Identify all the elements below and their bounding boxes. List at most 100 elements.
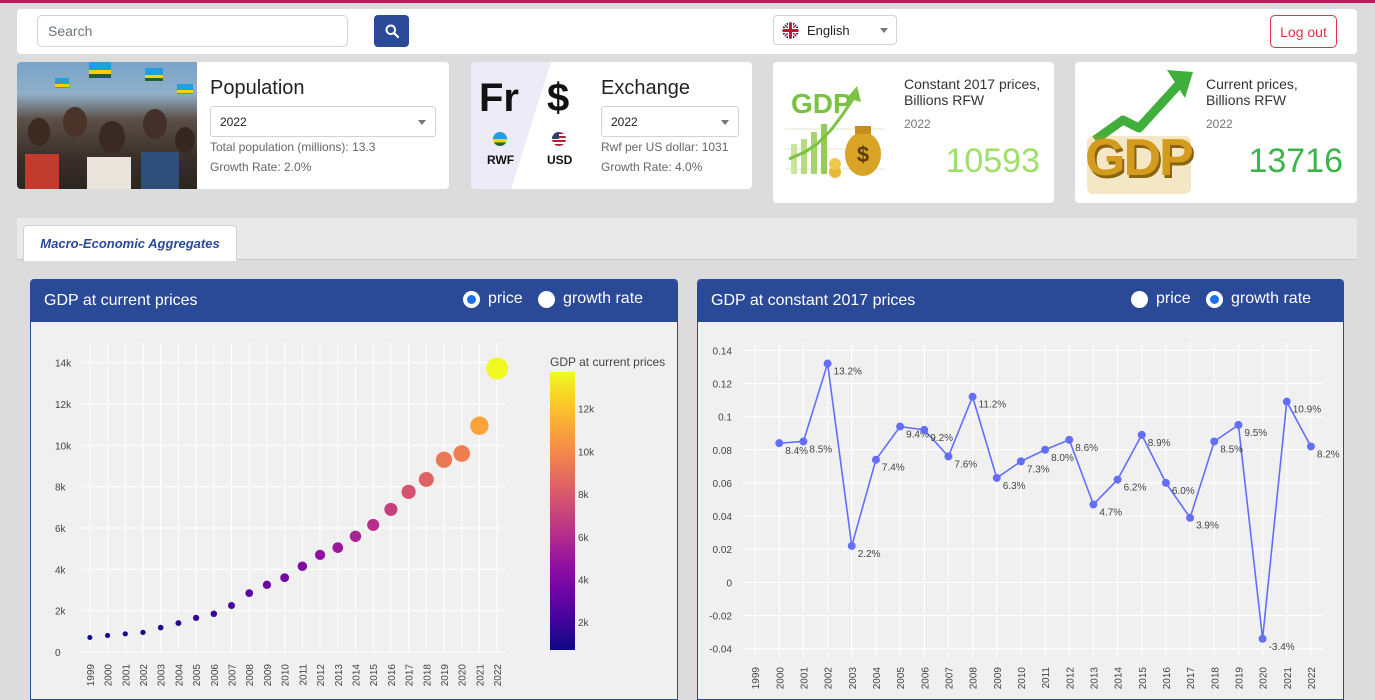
radio-price[interactable]: price <box>463 290 523 308</box>
data-point <box>992 473 1001 482</box>
population-growth: Growth Rate: 2.0% <box>210 160 312 174</box>
radio-dot <box>1131 290 1148 308</box>
radio-dot-selected <box>463 290 480 308</box>
colorbar-tick-label: 12k <box>578 405 595 416</box>
x-tick-label: 2007 <box>228 664 239 687</box>
gdp-constant-panel: GDP at constant 2017 prices price growth… <box>697 279 1344 700</box>
x-tick-label: 2003 <box>157 664 168 687</box>
data-label: 8.9% <box>1148 438 1171 449</box>
population-card: Population 2022 Total population (millio… <box>17 62 449 189</box>
data-label: 8.5% <box>1220 444 1243 455</box>
search-icon <box>385 24 399 38</box>
data-point <box>871 455 880 464</box>
data-label: 6.0% <box>1172 486 1195 497</box>
data-label: 8.6% <box>1075 443 1098 454</box>
top-accent-stripe <box>0 0 1375 3</box>
colorbar-tick-label: 6k <box>578 533 590 544</box>
tab-strip: Macro-Economic Aggregates <box>17 218 1357 261</box>
x-tick-label: 1999 <box>751 667 762 690</box>
x-tick-label: 2015 <box>369 664 380 687</box>
data-point <box>367 518 380 531</box>
gdp-current-value: 13716 <box>1248 142 1343 180</box>
radio-price[interactable]: price <box>1131 290 1191 308</box>
data-label: 7.4% <box>882 463 905 474</box>
gdp-current-chart[interactable]: 1999 2000 2001 2002 2003 2004 2005 2006 2007 2008… <box>31 322 678 700</box>
gdp-constant-growth-chart[interactable]: 1999 2000 2001 2002 2003 2004 2005 2006 2007 2008… <box>698 322 1344 700</box>
x-tick-label: 2015 <box>1138 667 1149 690</box>
radio-growth-rate[interactable]: growth rate <box>538 290 643 308</box>
x-tick-label: 2002 <box>824 667 835 690</box>
data-point <box>1137 430 1146 439</box>
x-tick-label: 2012 <box>316 664 327 687</box>
top-bar: English Log out <box>17 9 1357 54</box>
x-tick-label: 2004 <box>174 664 185 687</box>
us-flag-icon <box>552 132 566 146</box>
search-input[interactable] <box>37 15 348 47</box>
x-tick-label: 2004 <box>872 667 883 690</box>
data-point <box>1041 445 1050 454</box>
y-tick-label: 6k <box>55 524 67 535</box>
data-point <box>1113 475 1122 484</box>
exchange-year-select[interactable]: 2022 <box>601 106 739 137</box>
radio-label: price <box>1156 290 1191 307</box>
panel-header: GDP at current prices price growth rate <box>31 280 677 322</box>
x-tick-label: 2020 <box>458 664 469 687</box>
tab-macro-economic-aggregates[interactable]: Macro-Economic Aggregates <box>23 225 237 261</box>
language-select[interactable]: English <box>773 15 897 45</box>
data-point <box>1016 457 1025 466</box>
franc-symbol: Fr <box>479 76 519 120</box>
colorbar-tick-label: 4k <box>578 576 590 587</box>
gdp-logo-text: GDP <box>791 88 852 119</box>
data-label: 6.3% <box>1003 481 1026 492</box>
y-tick-label: 0.1 <box>718 413 732 424</box>
x-tick-label: 2010 <box>1017 667 1028 690</box>
data-point <box>486 357 509 380</box>
x-tick-label: 2013 <box>334 664 345 687</box>
x-tick-label: 2006 <box>210 664 221 687</box>
population-year-select[interactable]: 2022 <box>210 106 436 137</box>
exchange-card: Fr $ RWF USD Exchange 2022 Rwf per US do… <box>471 62 752 189</box>
language-label: English <box>807 22 850 38</box>
gdp-current-label: Current prices, Billions RFW <box>1206 76 1298 108</box>
y-tick-label: 10k <box>55 441 72 452</box>
data-point <box>280 573 290 582</box>
data-point <box>1089 500 1098 509</box>
x-tick-label: 2022 <box>493 664 504 687</box>
y-tick-label: 0.14 <box>713 346 733 357</box>
x-tick-label: 2007 <box>944 667 955 690</box>
uk-flag-icon <box>782 21 799 39</box>
search-button[interactable] <box>374 15 409 47</box>
x-tick-label: 2003 <box>848 667 859 690</box>
radio-label: growth rate <box>1231 290 1312 307</box>
x-tick-label: 2002 <box>139 664 150 687</box>
rwanda-flag-icon <box>493 132 507 146</box>
data-point <box>262 580 272 589</box>
data-point <box>418 471 434 487</box>
x-tick-label: 1999 <box>86 664 97 687</box>
y-tick-label: 14k <box>55 359 72 370</box>
x-tick-label: 2012 <box>1065 667 1076 690</box>
data-point <box>453 445 471 462</box>
data-point <box>157 624 164 631</box>
data-label: 8.4% <box>785 446 808 457</box>
y-tick-label: 8k <box>55 483 67 494</box>
svg-text:$: $ <box>857 142 869 167</box>
data-point <box>349 530 362 542</box>
x-tick-label: 2000 <box>104 664 115 687</box>
panel-title: GDP at current prices <box>44 292 198 309</box>
x-tick-label: 2019 <box>1234 667 1245 690</box>
data-label: 10.9% <box>1293 405 1321 416</box>
data-point <box>122 631 128 637</box>
data-point <box>1282 397 1291 406</box>
currency-usd: USD <box>547 153 573 167</box>
crowd-photo <box>17 62 197 189</box>
data-label: 8.0% <box>1051 453 1074 464</box>
logout-button[interactable]: Log out <box>1270 15 1337 48</box>
data-label: 7.3% <box>1027 464 1050 475</box>
data-label: 2.2% <box>858 549 881 560</box>
radio-growth-rate[interactable]: growth rate <box>1206 290 1311 308</box>
currency-rwf: RWF <box>487 153 515 167</box>
radio-dot <box>538 290 555 308</box>
y-tick-label: 4k <box>55 565 67 576</box>
x-tick-label: 2016 <box>1162 667 1173 690</box>
